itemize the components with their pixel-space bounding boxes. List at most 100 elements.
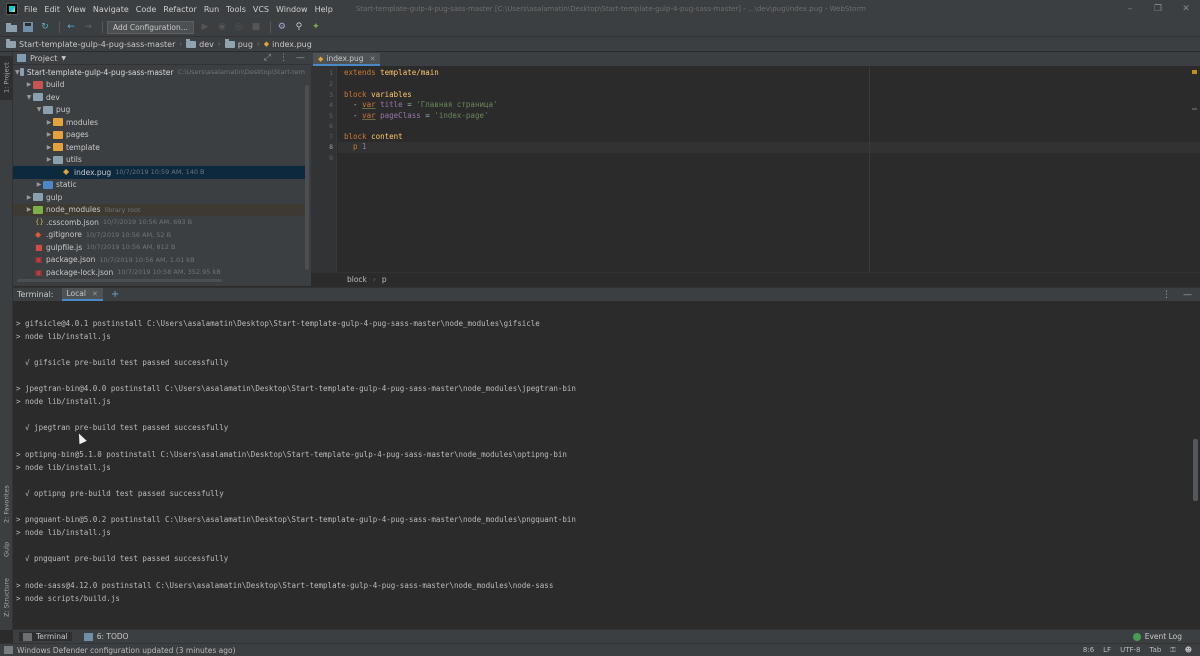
tree-item-pug[interactable]: ▼ pug xyxy=(13,104,305,117)
editor-breadcrumb-p[interactable]: p xyxy=(382,275,387,284)
tree-item-meta: library root xyxy=(104,205,141,214)
breadcrumb-item-pug[interactable]: pug › xyxy=(224,38,264,49)
menu-help[interactable]: Help xyxy=(315,5,333,14)
indent-setting[interactable]: Tab xyxy=(1150,646,1162,655)
chevron-down-icon[interactable]: ▼ xyxy=(15,69,20,76)
settings-gear-icon[interactable]: ⚙ xyxy=(275,20,289,34)
lock-icon[interactable]: ⚿ xyxy=(1170,646,1175,655)
structure-tool-button[interactable]: Z: Structure xyxy=(0,572,13,624)
status-panel-icon[interactable] xyxy=(4,646,13,654)
search-icon[interactable]: ⚲ xyxy=(292,20,306,34)
menu-edit[interactable]: Edit xyxy=(44,5,60,14)
chevron-right-icon[interactable]: ▶ xyxy=(25,81,33,88)
terminal-output[interactable]: > gifsicle@4.0.1 postinstall C:\Users\as… xyxy=(13,301,1200,628)
breadcrumb-item-index-pug[interactable]: ◆ index.pug xyxy=(264,40,312,49)
chevron-right-icon[interactable]: ▶ xyxy=(45,156,53,163)
event-log-button[interactable]: Event Log xyxy=(1132,632,1200,641)
menu-run[interactable]: Run xyxy=(204,5,219,14)
chevron-right-icon[interactable]: ▶ xyxy=(25,206,33,213)
tree-item-label: .csscomb.json xyxy=(46,217,99,227)
hide-panel-icon[interactable]: — xyxy=(1183,290,1192,300)
line-separator[interactable]: LF xyxy=(1103,646,1111,655)
tree-item-template[interactable]: ▶ template xyxy=(13,141,305,154)
collapse-all-icon[interactable]: ⤢ xyxy=(264,53,271,63)
warning-marker[interactable] xyxy=(1192,70,1197,74)
tree-item-build[interactable]: ▶ build xyxy=(13,79,305,92)
gulp-tool-button[interactable]: Gulp xyxy=(0,534,13,564)
breadcrumb-item-project[interactable]: Start-template-gulp-4-pug-sass-master › xyxy=(6,38,186,49)
project-panel-header: Project ▼ ⤢ ⋮ — xyxy=(13,52,311,65)
tree-item-meta: 10/7/2019 10:59 AM, 140 B xyxy=(115,168,205,177)
run-icon[interactable]: ▶ xyxy=(198,20,212,34)
close-tab-icon[interactable]: ✕ xyxy=(92,290,98,298)
menu-window[interactable]: Window xyxy=(276,5,308,14)
menu-code[interactable]: Code xyxy=(136,5,156,14)
add-configuration-button[interactable]: Add Configuration... xyxy=(107,20,194,34)
sync-icon[interactable]: ↻ xyxy=(38,20,52,34)
chevron-down-icon[interactable]: ▼ xyxy=(61,55,66,62)
favorites-tool-button[interactable]: 2: Favorites xyxy=(0,478,13,530)
more-options-icon[interactable]: ⋮ xyxy=(279,53,288,63)
debug-icon[interactable]: ◉ xyxy=(215,20,229,34)
menu-file[interactable]: File xyxy=(24,5,37,14)
project-tool-button[interactable]: 1: Project xyxy=(0,56,13,100)
chevron-right-icon[interactable]: ▶ xyxy=(35,181,43,188)
restore-icon[interactable]: ❐ xyxy=(1144,4,1172,14)
terminal-tab-local[interactable]: Local ✕ xyxy=(61,288,103,301)
tab-index-pug[interactable]: ◆ index.pug ✕ xyxy=(313,53,381,66)
chevron-right-icon[interactable]: ▶ xyxy=(25,194,33,201)
chevron-right-icon[interactable]: ▶ xyxy=(45,144,53,151)
close-tab-icon[interactable]: ✕ xyxy=(370,55,376,63)
tree-item-node-modules[interactable]: ▶ node_modules library root xyxy=(13,203,305,216)
chevron-right-icon[interactable]: ▶ xyxy=(45,119,53,126)
project-horizontal-scrollbar[interactable] xyxy=(17,279,222,282)
hide-panel-icon[interactable]: — xyxy=(296,53,305,63)
tree-item-gulp[interactable]: ▶ gulp xyxy=(13,191,305,204)
tree-item-csscomb[interactable]: {} .csscomb.json 10/7/2019 10:56 AM, 693… xyxy=(13,216,305,229)
menu-refactor[interactable]: Refactor xyxy=(163,5,197,14)
tree-item-modules[interactable]: ▶ modules xyxy=(13,116,305,129)
terminal-tool-button[interactable]: Terminal xyxy=(19,632,72,641)
tree-item-package-lock[interactable]: ▣ package-lock.json 10/7/2019 10:58 AM, … xyxy=(13,266,305,279)
line-number: 8 xyxy=(329,143,333,151)
project-view-dropdown[interactable]: Project xyxy=(30,54,57,63)
breadcrumb-item-dev[interactable]: dev › xyxy=(186,38,225,49)
open-folder-icon[interactable] xyxy=(4,20,18,34)
new-terminal-plus-icon[interactable]: + xyxy=(111,289,119,300)
tree-item-gitignore[interactable]: ◆ .gitignore 10/7/2019 10:56 AM, 52 B xyxy=(13,229,305,242)
tree-item-pages[interactable]: ▶ pages xyxy=(13,129,305,142)
chevron-down-icon[interactable]: ▼ xyxy=(35,106,43,113)
minimize-icon[interactable]: – xyxy=(1116,4,1144,14)
tree-item-index-pug[interactable]: ◆ index.pug 10/7/2019 10:59 AM, 140 B xyxy=(13,166,305,179)
code-editor[interactable]: 1 2 3 4 5 6 7 8 9 extends template/main … xyxy=(311,66,1200,272)
caret-position[interactable]: 8:6 xyxy=(1083,646,1094,655)
tree-item-gulpfile[interactable]: ■ gulpfile.js 10/7/2019 10:56 AM, 812 B xyxy=(13,241,305,254)
chevron-right-icon[interactable]: ▶ xyxy=(45,131,53,138)
stop-icon[interactable]: ■ xyxy=(249,20,263,34)
tree-item-static[interactable]: ▶ static xyxy=(13,179,305,192)
file-encoding[interactable]: UTF-8 xyxy=(1120,646,1140,655)
menu-tools[interactable]: Tools xyxy=(226,5,246,14)
close-window-icon[interactable]: ✕ xyxy=(1172,4,1200,14)
menu-navigate[interactable]: Navigate xyxy=(93,5,129,14)
tree-item-root[interactable]: ▼ Start-template-gulp-4-pug-sass-master … xyxy=(13,66,305,79)
scroll-marker[interactable] xyxy=(1192,108,1197,110)
todo-tool-button[interactable]: 6: TODO xyxy=(83,632,129,641)
plugin-icon[interactable]: ✦ xyxy=(309,20,323,34)
chevron-down-icon[interactable]: ▼ xyxy=(25,94,33,101)
inspector-icon[interactable]: ☻ xyxy=(1185,646,1192,655)
tree-item-utils[interactable]: ▶ utils xyxy=(13,154,305,167)
menu-vcs[interactable]: VCS xyxy=(253,5,269,14)
tree-item-package-json[interactable]: ▣ package.json 10/7/2019 10:56 AM, 1.01 … xyxy=(13,254,305,267)
coverage-icon[interactable]: ◎ xyxy=(232,20,246,34)
more-options-icon[interactable]: ⋮ xyxy=(1162,290,1171,300)
save-all-icon[interactable] xyxy=(21,20,35,34)
forward-arrow-icon[interactable]: → xyxy=(81,20,95,34)
status-message[interactable]: Windows Defender configuration updated (… xyxy=(17,646,236,655)
back-arrow-icon[interactable]: ← xyxy=(64,20,78,34)
terminal-scrollbar[interactable] xyxy=(1193,439,1198,501)
menu-view[interactable]: View xyxy=(67,5,86,14)
editor-breadcrumb-block[interactable]: block xyxy=(347,275,367,284)
project-vertical-scrollbar[interactable] xyxy=(305,85,309,270)
tree-item-dev[interactable]: ▼ dev xyxy=(13,91,305,104)
